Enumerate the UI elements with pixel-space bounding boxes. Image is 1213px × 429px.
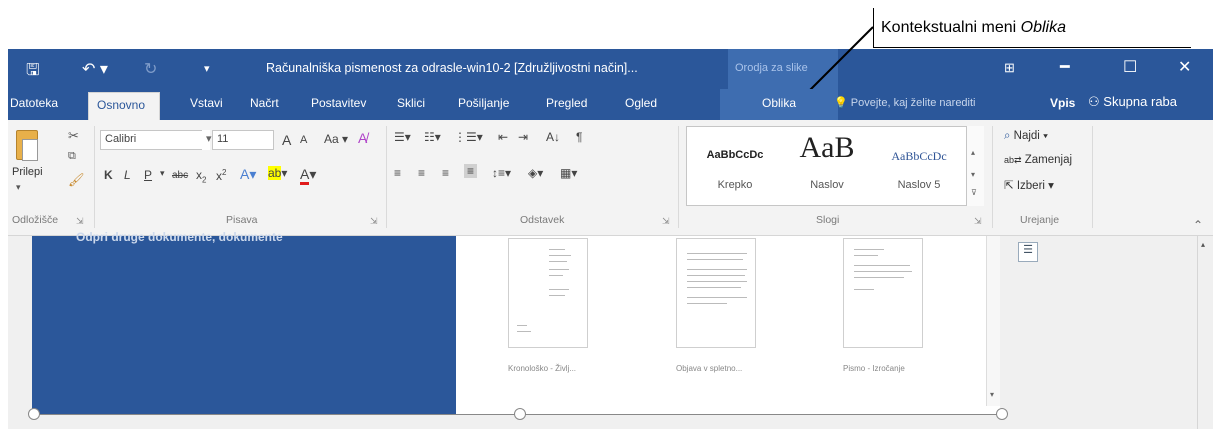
justify-icon[interactable]: ≡ [464, 164, 478, 178]
thumbnail-label: Kronološko - Življ... [508, 364, 577, 373]
tab-home[interactable]: Osnovno [88, 92, 160, 121]
clipboard-launcher-icon[interactable]: ⇲ [76, 216, 84, 227]
tab-mailings[interactable]: Pošiljanje [458, 96, 509, 110]
numbering-icon[interactable]: ☷▾ [424, 130, 441, 144]
resize-handle[interactable] [996, 408, 1008, 420]
cut-icon[interactable]: ✂ [68, 128, 79, 144]
grow-font-button[interactable]: A [282, 132, 291, 148]
ribbon-home: Prilepi ▾ ✂ ⧉ 🖌 Odložišče ⇲ Calibri ▾ 11… [8, 120, 1213, 236]
style-item[interactable]: AaBbCcDc Krepko [689, 127, 781, 205]
clipboard-group-label: Odložišče [12, 214, 59, 226]
bullets-icon[interactable]: ☰▾ [394, 130, 411, 144]
clear-formatting-icon[interactable]: A̸ [358, 130, 367, 146]
shading-icon[interactable]: ◈▾ [528, 166, 543, 180]
scroll-down-icon[interactable]: ▾ [990, 390, 994, 399]
separator [94, 126, 95, 228]
underline-dropdown-icon[interactable]: ▾ [160, 168, 165, 179]
share-button[interactable]: ⚇ Skupna raba [1088, 94, 1177, 110]
multilevel-list-icon[interactable]: ⋮☰▾ [454, 130, 483, 144]
highlight-color-icon[interactable]: ab▾ [268, 166, 287, 180]
font-size-combo[interactable]: 11 [212, 130, 274, 150]
image-caption-text: Odpri druge dokumente, dokumente [76, 230, 283, 244]
layout-options-icon[interactable]: ☰ [1018, 242, 1038, 262]
paste-dropdown-icon[interactable]: ▾ [16, 182, 21, 193]
decrease-indent-icon[interactable]: ⇤ [498, 130, 508, 144]
search-icon: ⌕ [1004, 130, 1011, 142]
replace-button[interactable]: ab⇄ Zamenjaj [1004, 154, 1072, 166]
annotation-text: Kontekstualni meni Oblika [881, 19, 1066, 36]
font-group-label: Pisava [226, 214, 258, 226]
format-painter-icon[interactable]: 🖌 [68, 172, 85, 188]
resize-handle[interactable] [514, 408, 526, 420]
replace-icon: ab⇄ [1004, 155, 1022, 165]
sign-in-link[interactable]: Vpis [1050, 96, 1075, 110]
align-right-icon[interactable]: ≡ [442, 166, 449, 180]
change-case-button[interactable]: Aa ▾ [324, 132, 348, 146]
paste-button-label[interactable]: Prilepi [12, 166, 43, 178]
editing-group-label: Urejanje [1020, 214, 1060, 226]
separator [678, 126, 679, 228]
scroll-up-icon[interactable]: ▴ [971, 148, 975, 157]
ribbon-tabs: Datoteka Osnovno Vstavi Načrt Postavitev… [8, 89, 1213, 121]
vertical-scrollbar[interactable] [1197, 236, 1213, 429]
superscript-button[interactable]: x2 [216, 168, 226, 183]
italic-button[interactable]: L [124, 168, 131, 182]
styles-gallery: AaBbCcDc Krepko AaB Naslov AaBbCcDc Nasl… [686, 126, 984, 206]
tab-file[interactable]: Datoteka [10, 96, 58, 110]
borders-icon[interactable]: ▦▾ [560, 166, 577, 180]
align-left-icon[interactable]: ≡ [394, 166, 401, 180]
font-color-icon[interactable]: A▾ [300, 166, 316, 185]
text-effects-icon[interactable]: A▾ [240, 166, 256, 183]
collapse-ribbon-icon[interactable]: ⌃ [1193, 218, 1203, 232]
image-scrollbar[interactable] [986, 236, 1000, 406]
font-launcher-icon[interactable]: ⇲ [370, 216, 378, 227]
select-button[interactable]: ⇱ Izberi ▾ [1004, 178, 1054, 192]
tab-format[interactable]: Oblika [762, 96, 796, 110]
bold-button[interactable]: K [104, 168, 113, 182]
shrink-font-button[interactable]: A [300, 134, 307, 146]
scroll-up-icon[interactable]: ▴ [1201, 240, 1205, 249]
font-name-dropdown-icon[interactable]: ▾ [202, 130, 212, 150]
underline-button[interactable]: P [144, 168, 152, 182]
resize-handle[interactable] [28, 408, 40, 420]
paragraph-group-label: Odstavek [520, 214, 565, 226]
subscript-button[interactable]: x2 [196, 168, 206, 184]
paragraph-launcher-icon[interactable]: ⇲ [662, 216, 670, 227]
tell-me-box[interactable]: 💡 Povejte, kaj želite narediti [834, 96, 976, 109]
thumbnail-label: Objava v spletno... [676, 364, 743, 373]
template-thumbnail[interactable] [843, 238, 923, 348]
style-item[interactable]: AaBbCcDc Naslov 5 [873, 127, 965, 205]
styles-launcher-icon[interactable]: ⇲ [974, 216, 982, 227]
tab-layout[interactable]: Postavitev [311, 96, 366, 110]
select-icon: ⇱ [1004, 180, 1014, 192]
tab-insert[interactable]: Vstavi [190, 96, 223, 110]
thumbnail-label: Pismo - Izročanje [843, 364, 905, 373]
font-name-combo[interactable]: Calibri [100, 130, 210, 150]
tab-view[interactable]: Ogled [625, 96, 657, 110]
scroll-down-icon[interactable]: ▾ [971, 170, 975, 179]
align-center-icon[interactable]: ≡ [418, 166, 425, 180]
sort-button[interactable]: A↓ [546, 130, 560, 144]
tab-references[interactable]: Sklici [397, 96, 425, 110]
more-styles-icon[interactable]: ⊽ [971, 188, 977, 197]
increase-indent-icon[interactable]: ⇥ [518, 130, 528, 144]
strikethrough-button[interactable]: abc [172, 170, 188, 181]
find-button[interactable]: ⌕ Najdi ▾ [1004, 130, 1048, 143]
copy-icon[interactable]: ⧉ [68, 150, 76, 163]
selected-image-left[interactable] [32, 236, 456, 414]
separator [1092, 126, 1093, 228]
template-thumbnail[interactable] [676, 238, 756, 348]
tab-review[interactable]: Pregled [546, 96, 587, 110]
show-marks-button[interactable]: ¶ [576, 130, 582, 144]
line-spacing-icon[interactable]: ↕≡▾ [492, 166, 511, 180]
styles-group-label: Slogi [816, 214, 840, 226]
paste-icon[interactable] [16, 130, 38, 161]
separator [992, 126, 993, 228]
tab-design[interactable]: Načrt [250, 96, 279, 110]
style-item[interactable]: AaB Naslov [781, 127, 873, 205]
template-thumbnail[interactable] [508, 238, 588, 348]
styles-scroll[interactable]: ▴ ▾ ⊽ [966, 126, 984, 206]
separator [386, 126, 387, 228]
